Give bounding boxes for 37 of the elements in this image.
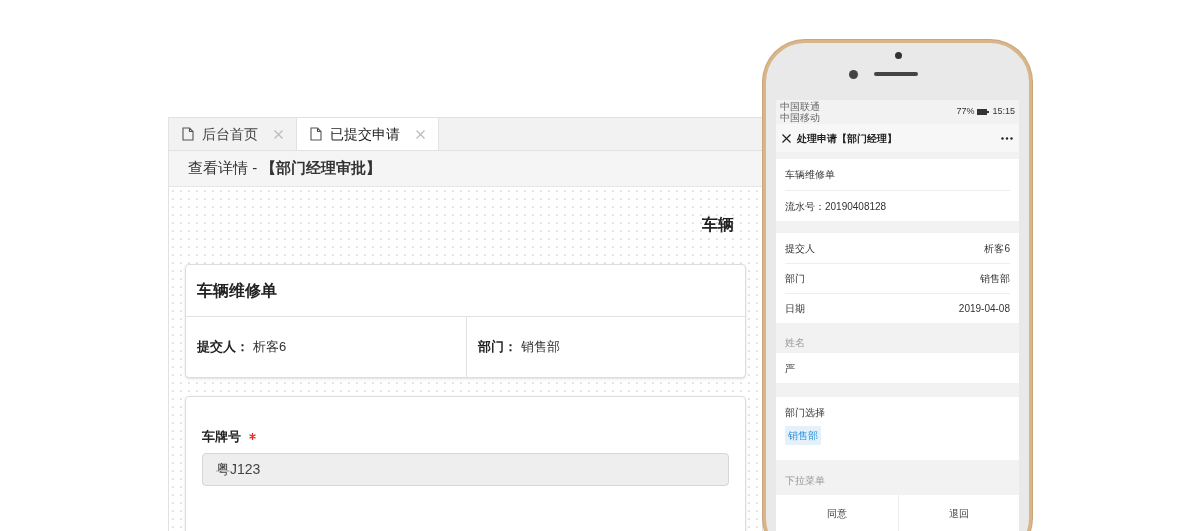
close-icon[interactable]: [782, 133, 791, 143]
field-label: 部门：: [477, 338, 517, 357]
plate-input[interactable]: 粤J123: [202, 452, 729, 486]
field-label: 提交人：: [197, 338, 249, 357]
phone-camera: [849, 70, 858, 79]
page-heading: 查看详情 - 【部门经理审批】: [188, 158, 382, 179]
carrier-label: 中国移动: [780, 112, 820, 123]
row-label: 提交人: [785, 241, 815, 256]
row-value: 析客6: [984, 241, 1010, 256]
section-label: 姓名: [785, 336, 805, 350]
row-label: 日期: [785, 302, 805, 316]
phone-sensor: [895, 52, 902, 59]
row-value: 2019-04-08: [958, 302, 1010, 316]
document-icon: [310, 127, 322, 142]
row-value: 销售部: [980, 272, 1010, 286]
form-title: 车辆: [702, 214, 734, 235]
field-value: 析客6: [253, 338, 287, 357]
more-icon[interactable]: [1001, 136, 1013, 140]
section-label: 部门选择: [785, 406, 826, 420]
field-value: 销售部: [520, 338, 560, 357]
tab-label: 后台首页: [202, 124, 258, 144]
list-row-text: 车辆维修单: [785, 168, 835, 182]
section-label: 下拉菜单: [785, 474, 825, 488]
card-title: 车辆维修单: [197, 280, 277, 301]
clock-time: 15:15: [992, 105, 1015, 119]
document-icon: [182, 127, 194, 142]
tab[interactable]: 已提交申请: [297, 118, 439, 151]
carrier-label: 中国联通: [780, 101, 820, 112]
name-field[interactable]: 严: [776, 353, 1019, 383]
row-label: 部门: [785, 272, 805, 286]
list-row-text: 流水号：20190408128: [785, 199, 887, 214]
phone-speaker: [874, 72, 918, 76]
tab-label: 已提交申请: [330, 124, 400, 144]
battery-icon: [977, 109, 990, 115]
nav-title: 处理申请【部门经理】: [797, 131, 898, 146]
field-label: 车牌号: [202, 428, 241, 446]
battery-percent: 77%: [956, 105, 975, 119]
